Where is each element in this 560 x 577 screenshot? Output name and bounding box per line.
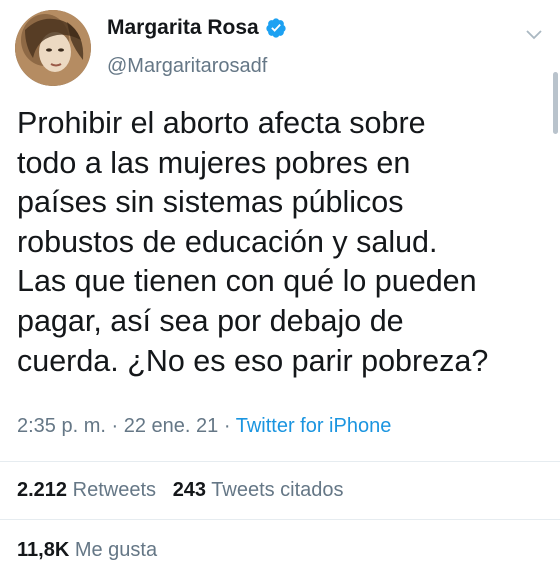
author-name-row[interactable]: Margarita Rosa: [107, 14, 287, 42]
meta-separator: ·: [111, 415, 119, 437]
author-handle[interactable]: @Margaritarosadf: [107, 53, 267, 79]
tweet-text-line: todo a las mujeres pobres en: [17, 145, 411, 180]
quote-tweets-link[interactable]: 243 Tweets citados: [173, 479, 344, 501]
author-name[interactable]: Margarita Rosa: [107, 14, 259, 42]
meta-separator: ·: [223, 415, 231, 437]
likes-link[interactable]: 11,8K Me gusta: [17, 537, 157, 563]
tweet-source-link[interactable]: Twitter for iPhone: [236, 415, 392, 437]
tweet-text-line: Prohibir el aborto afecta sobre: [17, 106, 426, 140]
quote-tweets-label: Tweets citados: [211, 479, 344, 501]
retweets-label: Retweets: [72, 479, 156, 501]
scrollbar[interactable]: [553, 72, 558, 134]
divider: [0, 519, 560, 520]
tweet-text: Prohibir el aborto afecta sobre todo a l…: [17, 104, 542, 381]
likes-count: 11,8K: [17, 539, 70, 561]
engagement-counts: 2.212 Retweets 243 Tweets citados: [17, 477, 344, 503]
tweet-text-line: robustos de educación y salud.: [17, 224, 438, 259]
divider: [0, 461, 560, 462]
tweet-time[interactable]: 2:35 p. m.: [17, 415, 106, 437]
avatar-image: [15, 10, 91, 86]
verified-badge-icon: [265, 17, 287, 39]
tweet-text-line: cuerda. ¿No es eso parir pobreza?: [17, 343, 489, 378]
quote-tweets-count: 243: [172, 479, 207, 501]
tweet-date[interactable]: 22 ene. 21: [124, 415, 219, 437]
likes-label: Me gusta: [74, 539, 158, 561]
tweet-text-line: pagar, así sea por debajo de: [17, 303, 404, 338]
tweet-metadata: 2:35 p. m. · 22 ene. 21 · Twitter for iP…: [17, 413, 391, 439]
retweets-count: 2.212: [17, 479, 68, 501]
tweet-text-line: Las que tienen con qué lo pueden: [17, 264, 477, 299]
tweet-text-line: países sin sistemas públicos: [17, 185, 404, 220]
retweets-link[interactable]: 2.212 Retweets: [17, 479, 162, 501]
tweet-card: Margarita Rosa @Margaritarosadf Prohibir…: [0, 0, 560, 577]
chevron-down-icon[interactable]: [526, 27, 542, 40]
avatar[interactable]: [15, 10, 91, 86]
